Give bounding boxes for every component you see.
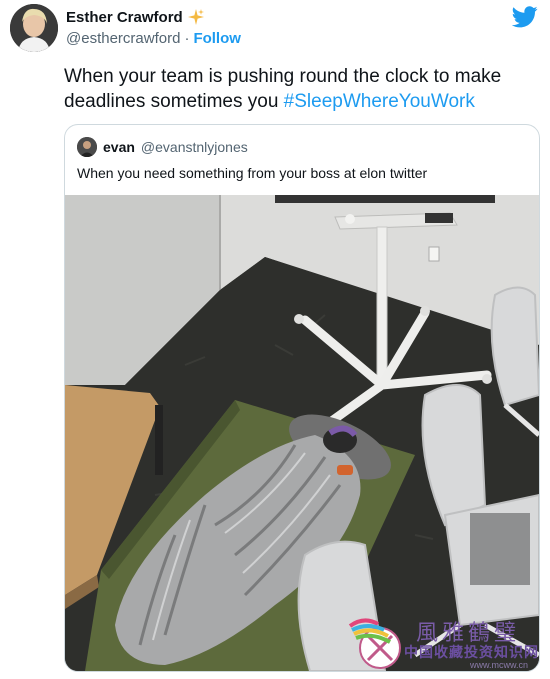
watermark-subtitle: 中国收藏投资知识网 (404, 645, 539, 661)
quoted-tweet[interactable]: evan @evanstnlyjones When you need somet… (64, 124, 540, 672)
follow-button[interactable]: Follow (193, 30, 241, 47)
twitter-bird-icon[interactable] (511, 6, 538, 28)
tweet-text: When your team is pushing round the cloc… (64, 64, 542, 114)
author-handle-row: @esthercrawford · Follow (66, 30, 241, 47)
author-handle[interactable]: @esthercrawford (66, 30, 180, 47)
tweet-card: Esther Crawford @esthercrawford · Follow… (0, 0, 550, 678)
quoted-avatar[interactable] (77, 137, 97, 157)
quoted-name[interactable]: evan (103, 139, 135, 155)
hashtag-link[interactable]: #SleepWhereYouWork (284, 91, 475, 112)
separator-dot: · (184, 30, 190, 47)
author-avatar[interactable] (10, 4, 58, 52)
sparkle-icon (187, 8, 205, 26)
quoted-handle[interactable]: @evanstnlyjones (141, 139, 248, 155)
quoted-text: When you need something from your boss a… (77, 165, 428, 181)
quoted-photo[interactable] (65, 195, 539, 671)
author-name-row: Esther Crawford (66, 8, 205, 26)
author-name[interactable]: Esther Crawford (66, 9, 183, 26)
quoted-header: evan @evanstnlyjones (77, 137, 248, 157)
watermark-url: www.mcww.cn (470, 660, 529, 670)
